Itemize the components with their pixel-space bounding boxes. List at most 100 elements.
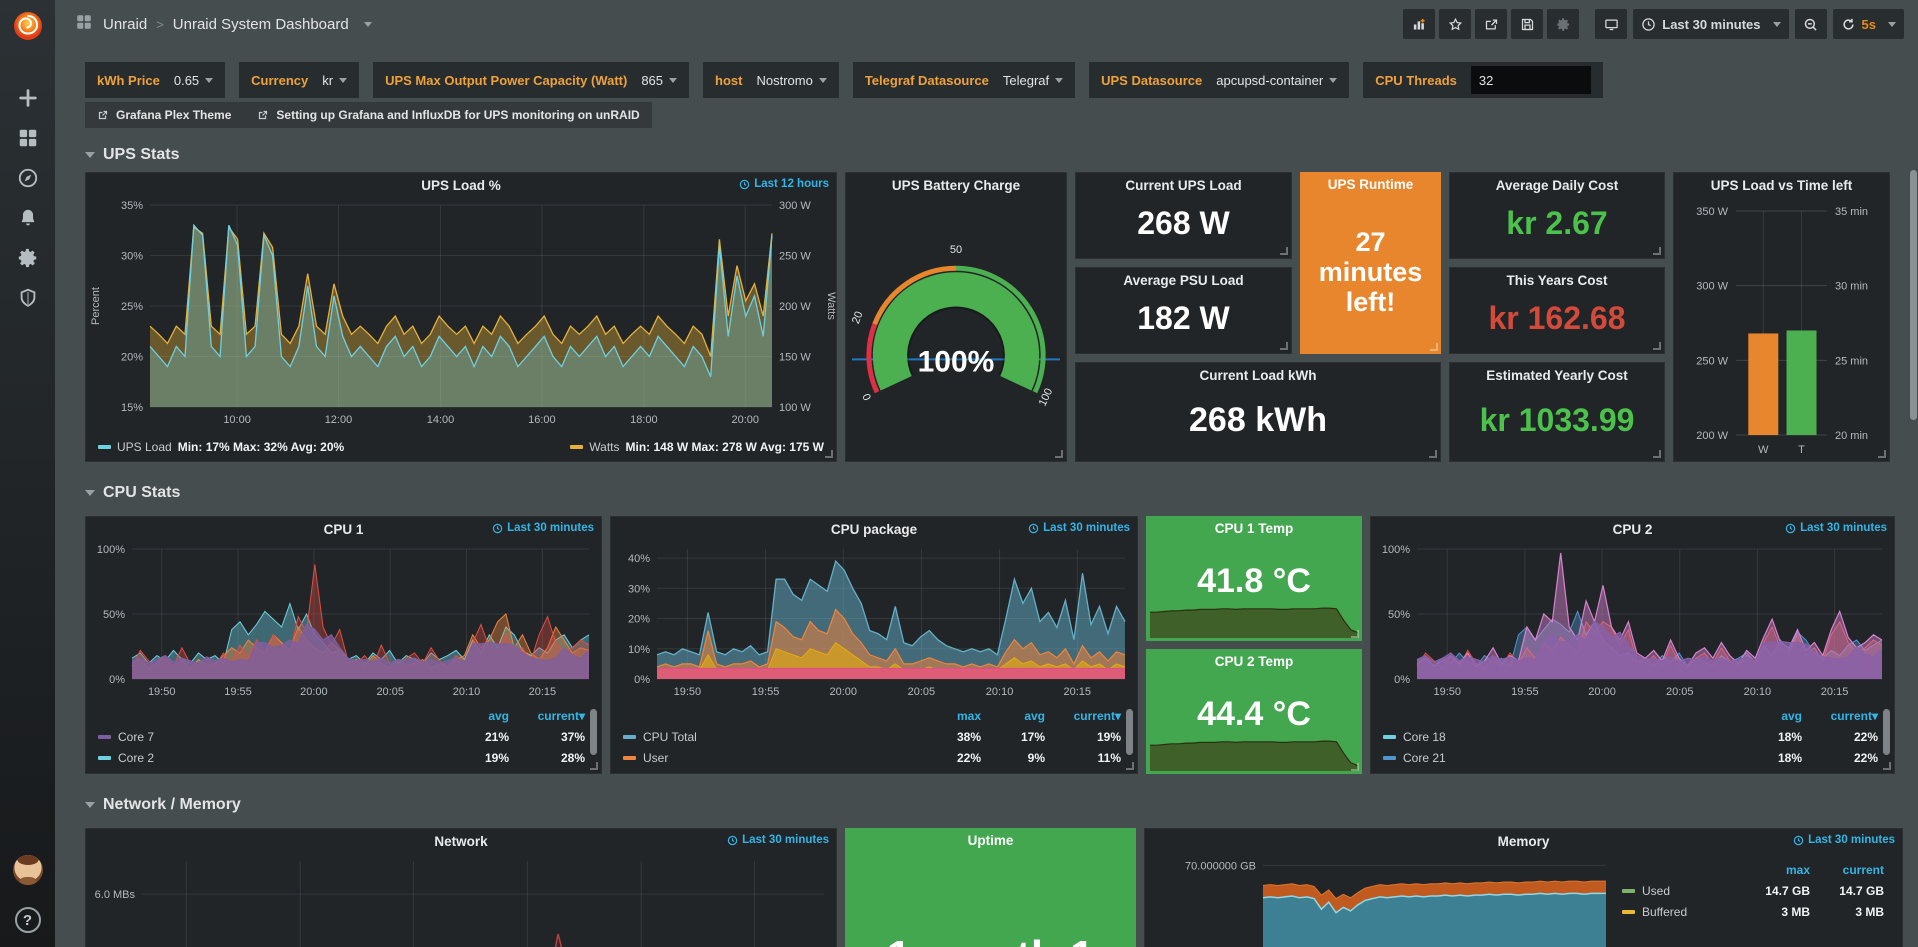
panel-title[interactable]: Average PSU Load [1123, 273, 1243, 288]
cpu1-chart[interactable]: 19:5019:5520:0020:0520:1020:150%50%100% [86, 541, 601, 703]
dashboard-settings-button[interactable] [1547, 9, 1579, 39]
legend-series[interactable]: Core 7 [98, 730, 445, 744]
variable-host[interactable]: host Nostromo [703, 62, 839, 98]
legend-scrollbar[interactable] [1883, 709, 1890, 755]
breadcrumb: Unraid > Unraid System Dashboard [103, 16, 372, 33]
panel-title[interactable]: UPS Load vs Time left [1711, 178, 1853, 193]
alerting-icon[interactable] [8, 198, 48, 238]
panel-time-override: Last 30 minutes [492, 522, 594, 534]
create-icon[interactable] [8, 78, 48, 118]
server-admin-shield-icon[interactable] [8, 278, 48, 318]
refresh-interval-label: 5s [1862, 17, 1876, 32]
cpu-threads-input[interactable] [1471, 66, 1591, 94]
panel-title[interactable]: UPS Load % [421, 178, 501, 193]
svg-text:T: T [1798, 444, 1805, 456]
panel-title[interactable]: CPU 2 [1613, 522, 1653, 537]
panel-title[interactable]: Current Load kWh [1200, 368, 1317, 383]
link-ups-monitoring-guide[interactable]: Setting up Grafana and InfluxDB for UPS … [257, 108, 639, 122]
clock-icon [727, 835, 738, 846]
panel-title[interactable]: UPS Battery Charge [892, 178, 1020, 193]
variable-ups-datasource[interactable]: UPS Datasource apcupsd-container [1089, 62, 1349, 98]
legend-series[interactable]: Buffered [1622, 905, 1740, 919]
legend-scrollbar[interactable] [590, 709, 597, 755]
user-avatar[interactable] [13, 855, 43, 885]
breadcrumb-folder[interactable]: Unraid [103, 16, 147, 33]
cpu1-legend: avgcurrent▾ Core 7 21% 37% Core 2 19% 28… [86, 703, 601, 773]
legend-series[interactable]: Core 21 [1383, 751, 1738, 765]
clock-icon [1785, 523, 1796, 534]
variable-ups-max-power[interactable]: UPS Max Output Power Capacity (Watt) 865 [373, 62, 689, 98]
panel-title[interactable]: CPU 2 Temp [1215, 654, 1294, 669]
section-ups-stats[interactable]: UPS Stats [85, 144, 1918, 166]
breadcrumb-dashboard-title[interactable]: Unraid System Dashboard [173, 16, 349, 33]
panel-cpu2-graph: CPU 2 Last 30 minutes 19:5019:5520:0020:… [1370, 516, 1895, 774]
legend-series[interactable]: Core 2 [98, 751, 445, 765]
link-grafana-plex-theme[interactable]: Grafana Plex Theme [97, 108, 231, 122]
panel-title[interactable]: Uptime [968, 833, 1014, 848]
panel-title[interactable]: CPU package [831, 522, 917, 537]
variable-kwh-price[interactable]: kWh Price 0.65 [85, 62, 225, 98]
sort-column[interactable]: current▾ [509, 709, 585, 723]
chevron-down-icon [1773, 22, 1781, 27]
chevron-down-icon [1055, 78, 1063, 83]
template-variables-row: kWh Price 0.65 Currency kr UPS Max Outpu… [55, 62, 1918, 98]
add-panel-button[interactable] [1403, 9, 1435, 39]
variable-currency[interactable]: Currency kr [239, 62, 359, 98]
panel-title[interactable]: UPS Runtime [1328, 177, 1414, 192]
explore-icon[interactable] [8, 158, 48, 198]
legend-row: User 22% 9% 11% [623, 747, 1121, 768]
grafana-logo[interactable] [10, 8, 46, 44]
save-dashboard-button[interactable] [1511, 9, 1543, 39]
dashboards-icon[interactable] [8, 118, 48, 158]
ups-load-chart[interactable]: 10:0012:0014:0016:0018:0020:0015%100 W20… [86, 197, 836, 433]
legend-scrollbar[interactable] [1126, 709, 1133, 755]
legend-series[interactable]: Used [1622, 884, 1740, 898]
svg-text:14:00: 14:00 [427, 414, 455, 426]
breadcrumb-separator: > [156, 17, 164, 32]
svg-text:70.000000 GB: 70.000000 GB [1185, 860, 1256, 872]
chevron-down-icon[interactable] [364, 22, 372, 27]
svg-text:0%: 0% [1394, 674, 1410, 686]
legend-series[interactable]: User [623, 751, 917, 765]
legend-row: Core 7 21% 37% [98, 726, 585, 747]
legend-series-ups-load[interactable]: UPS Load [117, 440, 172, 454]
panel-title[interactable]: CPU 1 Temp [1215, 521, 1294, 536]
help-icon[interactable]: ? [15, 907, 41, 933]
page-scrollbar[interactable] [1910, 170, 1917, 420]
refresh-picker[interactable]: 5s [1833, 9, 1904, 39]
cycle-view-mode-button[interactable] [1595, 9, 1627, 39]
zoom-out-button[interactable] [1795, 9, 1827, 39]
panel-time-override: Last 30 minutes [1793, 834, 1895, 846]
clock-icon [1793, 835, 1804, 846]
network-memory-row: Network Last 30 minutes 19:5019:5520:002… [85, 828, 1903, 947]
panel-title[interactable]: Network [434, 834, 487, 849]
panel-title[interactable]: CPU 1 [324, 522, 364, 537]
variable-telegraf-datasource[interactable]: Telegraf Datasource Telegraf [853, 62, 1075, 98]
stat-value: 1 month 1 [845, 932, 1136, 947]
ups-stats-row: UPS Load % Last 12 hours 10:0012:0014:00… [85, 172, 1903, 462]
sort-column[interactable]: current▾ [1045, 709, 1121, 723]
share-dashboard-button[interactable] [1475, 9, 1507, 39]
svg-text:300 W: 300 W [779, 200, 811, 212]
time-range-picker[interactable]: Last 30 minutes [1633, 9, 1788, 39]
section-cpu-stats[interactable]: CPU Stats [85, 482, 1918, 504]
configuration-icon[interactable] [8, 238, 48, 278]
panel-title[interactable]: Estimated Yearly Cost [1486, 368, 1628, 383]
sort-column[interactable]: current▾ [1802, 709, 1878, 723]
section-network-memory[interactable]: Network / Memory [85, 794, 1918, 816]
panel-title[interactable]: Average Daily Cost [1496, 178, 1619, 193]
panel-title[interactable]: Memory [1498, 834, 1550, 849]
panel-cpu1-temp: CPU 1 Temp 41.8 °C [1146, 516, 1362, 641]
cpu2-chart[interactable]: 19:5019:5520:0020:0520:1020:150%50%100% [1371, 541, 1894, 703]
legend-series[interactable]: CPU Total [623, 730, 917, 744]
panel-title[interactable]: Current UPS Load [1125, 178, 1241, 193]
memory-chart[interactable]: 50.000000 GB60.000000 GB70.000000 GB [1145, 853, 1616, 947]
panel-title[interactable]: This Years Cost [1506, 273, 1607, 288]
panel-ups-battery-charge: UPS Battery Charge 02050100100% [845, 172, 1067, 462]
star-dashboard-button[interactable] [1439, 9, 1471, 39]
network-chart[interactable]: 19:5019:5520:0020:0520:1020:152.0 MBs4.0… [86, 853, 836, 947]
cpu-package-chart[interactable]: 19:5019:5520:0020:0520:1020:150%10%20%30… [611, 541, 1137, 703]
svg-text:250 W: 250 W [779, 251, 811, 263]
legend-series[interactable]: Core 18 [1383, 730, 1738, 744]
legend-series-watts[interactable]: Watts [589, 440, 619, 454]
